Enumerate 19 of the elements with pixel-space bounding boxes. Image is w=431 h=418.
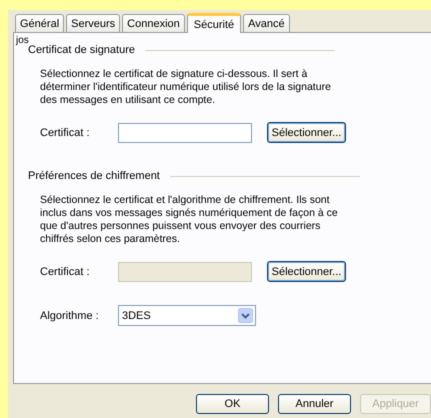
tab[interactable]: Connexion <box>122 14 185 32</box>
tab[interactable]: Sécurité <box>186 13 242 33</box>
select-button[interactable]: Sélectionner... <box>267 122 346 143</box>
account-name: jos <box>16 36 29 46</box>
certificate-field[interactable] <box>118 122 252 142</box>
dialog-button[interactable]: Annuler <box>278 394 351 414</box>
field-label: Algorithme : <box>40 310 100 322</box>
algorithm-dropdown[interactable]: 3DES <box>118 305 256 326</box>
tab[interactable]: Serveurs <box>66 14 120 32</box>
field-label: Certificat : <box>40 266 91 278</box>
dialog-button[interactable]: OK <box>196 394 269 414</box>
section-title: Préférences de chiffrement <box>28 170 160 182</box>
chevron-down-icon[interactable] <box>238 308 253 323</box>
section-description: Sélectionnez le certificat et l'algorithme de chiffrement. Ils sont inclus dans vos messages signés numériquement de façon à ce que d'autres personnes puissent vous envoyer des courriers chiffrés selon ces paramètres. <box>40 194 339 246</box>
section-description: Sélectionnez le certificat de signature ci-dessous. Il sert à déterminer l'identificateur numérique utilisé lors de la signature des messages en utilisant ce compte. <box>40 68 332 107</box>
tab[interactable]: Général <box>15 14 64 32</box>
tab[interactable]: Avancé <box>243 14 290 32</box>
section-title: Certificat de signature <box>28 44 135 56</box>
field-label: Certificat : <box>40 126 91 138</box>
